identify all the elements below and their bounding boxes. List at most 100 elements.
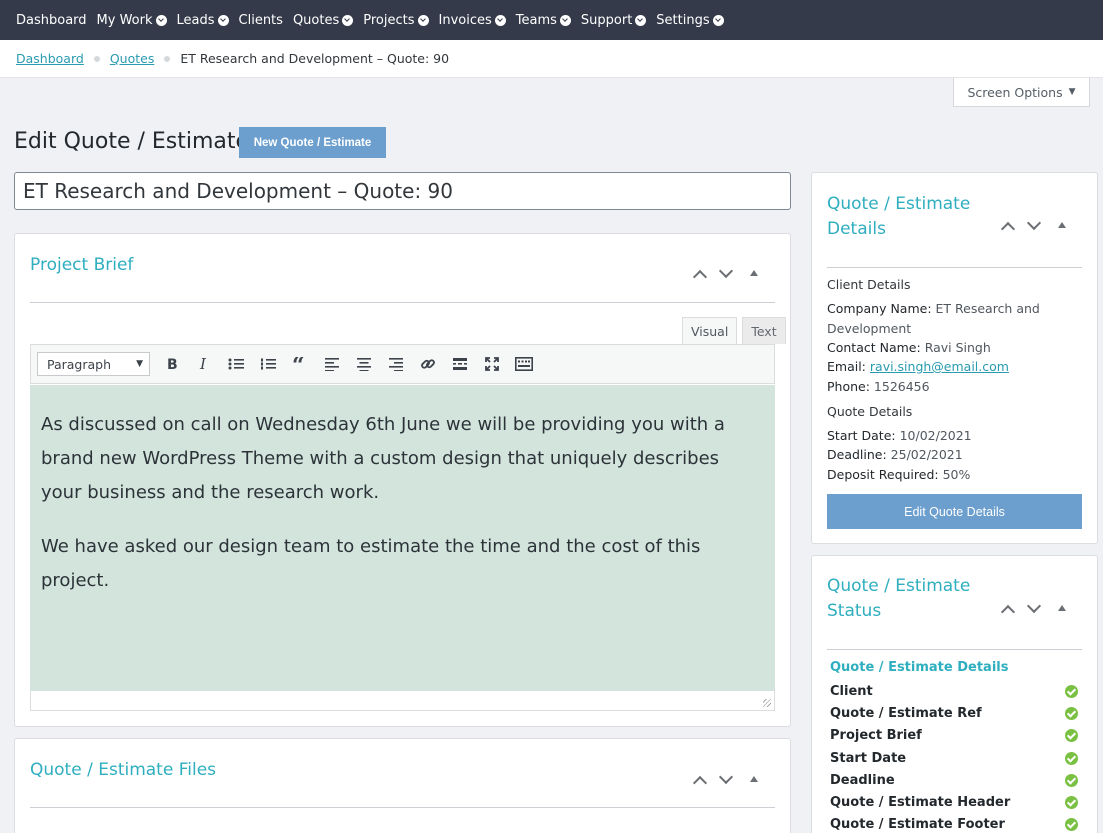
nav-item-clients[interactable]: Clients: [239, 13, 283, 28]
bullet-list-icon[interactable]: [220, 350, 252, 378]
status-item-label: Project Brief: [830, 727, 922, 743]
status-item: Quote / Estimate Footer: [830, 814, 1078, 833]
check-icon: [1065, 728, 1078, 742]
nav-item-settings[interactable]: Settings: [656, 13, 724, 28]
numbered-list-icon[interactable]: [252, 350, 284, 378]
status-section-link[interactable]: Quote / Estimate Details: [830, 660, 1008, 675]
move-down-icon[interactable]: [713, 264, 739, 284]
move-up-icon[interactable]: [687, 264, 713, 284]
quote-title-input[interactable]: [14, 172, 791, 210]
nav-label: Leads: [176, 12, 215, 28]
svg-text:B: B: [167, 357, 178, 371]
collapse-toggle-icon[interactable]: [745, 264, 765, 284]
nav-item-my-work[interactable]: My Work: [97, 13, 167, 28]
nav-label: Clients: [238, 12, 283, 28]
status-item-label: Client: [830, 683, 873, 699]
box-controls: [687, 264, 765, 284]
nav-label: Projects: [363, 12, 415, 28]
move-down-icon[interactable]: [1021, 599, 1047, 619]
nav-label: My Work: [96, 12, 153, 28]
align-center-icon[interactable]: [348, 350, 380, 378]
tab-text[interactable]: Text: [742, 317, 786, 344]
status-item-label: Quote / Estimate Ref: [830, 705, 982, 721]
nav-item-projects[interactable]: Projects: [363, 12, 429, 28]
align-right-icon[interactable]: [380, 350, 412, 378]
nav-label: Quotes: [292, 12, 340, 28]
toolbar-toggle-icon[interactable]: [508, 350, 540, 378]
resize-handle-icon[interactable]: [763, 699, 771, 707]
format-select[interactable]: Paragraph ▼: [37, 352, 150, 376]
contact-name-row: Contact Name: Ravi Singh: [827, 338, 1072, 358]
start-date-label: Start Date:: [827, 428, 896, 443]
deposit-label: Deposit Required:: [827, 467, 939, 482]
chevron-down-icon: [417, 14, 429, 26]
move-down-icon[interactable]: [713, 770, 739, 790]
nav-item-quotes[interactable]: Quotes: [292, 12, 354, 28]
editor-paragraph: We have asked our design team to estimat…: [41, 536, 701, 591]
deadline-label: Deadline:: [827, 447, 887, 462]
chevron-down-icon: [712, 14, 724, 26]
chevron-down-icon: [635, 14, 647, 26]
collapse-toggle-icon[interactable]: [745, 770, 765, 790]
contact-name-label: Contact Name:: [827, 340, 921, 355]
email-link[interactable]: ravi.singh@email.com: [870, 359, 1009, 374]
box-controls: [995, 216, 1073, 236]
deadline-value: 25/02/2021: [890, 447, 963, 462]
phone-row: Phone: 1526456: [827, 377, 1072, 397]
nav-item-teams[interactable]: Teams: [516, 13, 571, 28]
status-item-label: Quote / Estimate Footer: [830, 816, 1005, 832]
divider: [827, 649, 1082, 650]
read-more-icon[interactable]: [444, 350, 476, 378]
editor-content[interactable]: As discussed on call on Wednesday 6th Ju…: [30, 385, 775, 691]
quote-details-title: Quote / Estimate Details: [827, 194, 971, 239]
move-up-icon[interactable]: [687, 770, 713, 790]
screen-options-button[interactable]: Screen Options ▼: [953, 78, 1090, 107]
collapse-toggle-icon[interactable]: [1053, 599, 1073, 619]
divider: [30, 302, 775, 303]
phone-label: Phone:: [827, 379, 870, 394]
format-select-value: Paragraph: [47, 356, 112, 372]
triangle-down-icon: ▼: [1068, 87, 1076, 97]
status-item: Quote / Estimate Header: [830, 792, 1078, 812]
fullscreen-icon[interactable]: [476, 350, 508, 378]
edit-quote-details-button[interactable]: Edit Quote Details: [827, 494, 1082, 529]
italic-icon[interactable]: I: [188, 350, 220, 378]
new-quote-button[interactable]: New Quote / Estimate: [239, 127, 386, 158]
deposit-value: 50%: [942, 467, 971, 482]
deposit-row: Deposit Required: 50%: [827, 465, 1072, 485]
check-icon: [1065, 751, 1078, 765]
nav-label: Support: [580, 12, 633, 28]
email-row: Email: ravi.singh@email.com: [827, 357, 1072, 377]
breadcrumb-current: ET Research and Development – Quote: 90: [180, 51, 450, 66]
chevron-down-icon: [155, 14, 167, 26]
company-name-row: Company Name: ET Research and Developmen…: [827, 299, 1072, 338]
contact-name-value: Ravi Singh: [924, 340, 991, 355]
editor-toolbar: Paragraph ▼ B I “: [30, 344, 775, 384]
box-controls: [995, 599, 1073, 619]
breadcrumb-separator: [164, 55, 171, 62]
status-item-label: Quote / Estimate Header: [830, 794, 1011, 810]
quote-status-title: Quote / Estimate Status: [827, 576, 971, 621]
nav-item-dashboard[interactable]: Dashboard: [16, 13, 87, 28]
client-details-heading: Client Details: [827, 277, 911, 292]
check-icon: [1065, 684, 1078, 698]
breadcrumb-link-dashboard[interactable]: Dashboard: [16, 51, 84, 66]
nav-item-leads[interactable]: Leads: [177, 13, 229, 28]
collapse-toggle-icon[interactable]: [1053, 216, 1073, 236]
nav-item-invoices[interactable]: Invoices: [439, 13, 506, 28]
box-controls: [687, 770, 765, 790]
nav-item-support[interactable]: Support: [580, 12, 647, 28]
blockquote-icon[interactable]: “: [284, 350, 316, 378]
editor-paragraph: As discussed on call on Wednesday 6th Ju…: [41, 414, 725, 503]
align-left-icon[interactable]: [316, 350, 348, 378]
status-item: Start Date: [830, 748, 1078, 768]
move-up-icon[interactable]: [995, 599, 1021, 619]
tab-visual[interactable]: Visual: [682, 317, 738, 344]
link-icon[interactable]: [412, 350, 444, 378]
bold-icon[interactable]: B: [156, 350, 188, 378]
check-icon: [1065, 795, 1078, 809]
breadcrumb-link-quotes[interactable]: Quotes: [110, 51, 155, 66]
quote-details-heading: Quote Details: [827, 404, 913, 419]
move-up-icon[interactable]: [995, 216, 1021, 236]
move-down-icon[interactable]: [1021, 216, 1047, 236]
